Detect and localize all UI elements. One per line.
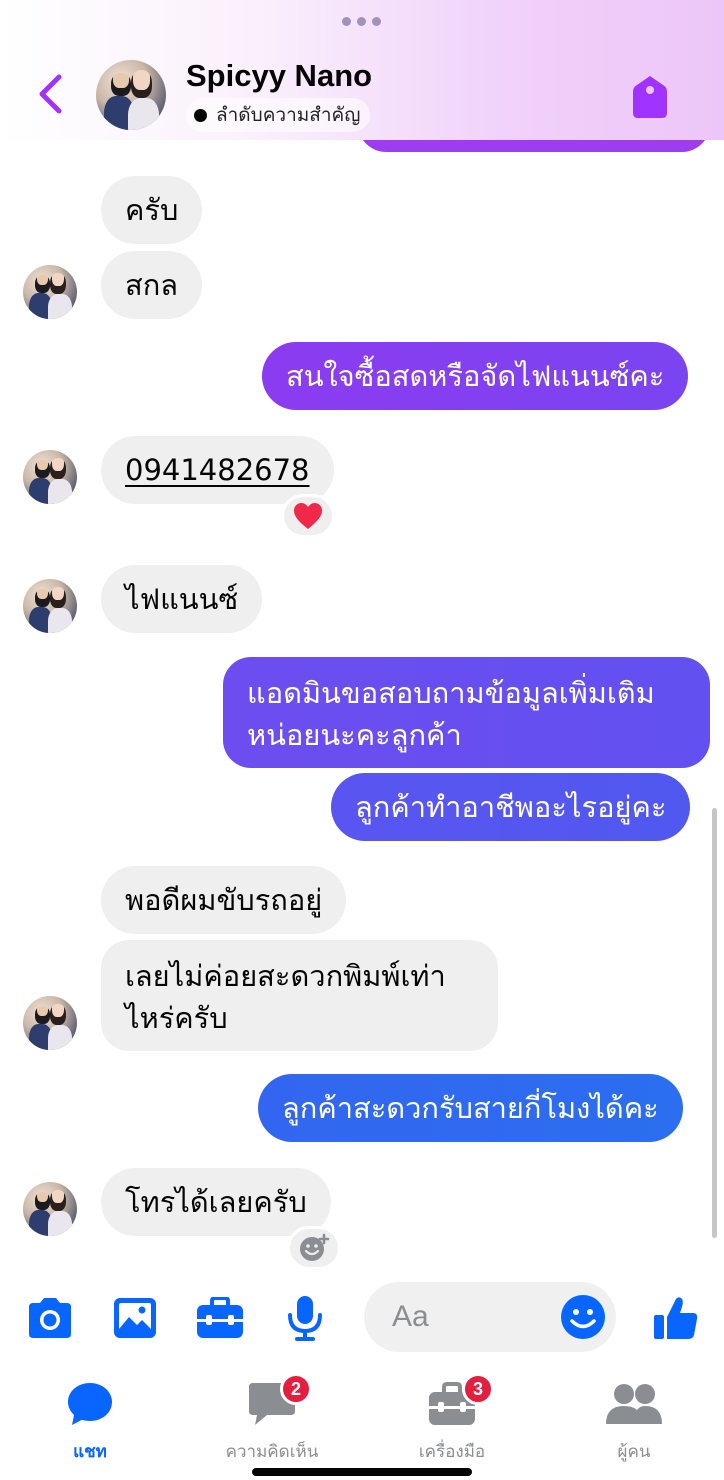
add-reaction-button[interactable] <box>287 1226 341 1270</box>
message-line: เลยไม่ค่อยสะดวกพิมพ์เท่า <box>125 959 446 993</box>
contact-avatar[interactable] <box>96 60 166 130</box>
drag-handle[interactable] <box>342 17 381 26</box>
message-composer <box>0 1272 724 1362</box>
thumbs-up-icon <box>654 1297 698 1339</box>
image-icon <box>114 1298 156 1338</box>
sender-avatar[interactable] <box>23 996 77 1050</box>
tag-button[interactable] <box>628 72 672 120</box>
outgoing-message[interactable]: ลูกค้าสะดวกรับสายกี่โมงได้คะ <box>258 1074 683 1142</box>
sender-avatar[interactable] <box>23 579 77 633</box>
tools-button[interactable] <box>194 1294 246 1342</box>
incoming-message[interactable]: สกล <box>101 251 203 319</box>
bottom-navigation: แชท 2 ความคิดเห็น 3 เครื่องมือ ผู้คน <box>0 1362 724 1480</box>
chevron-left-icon <box>39 74 62 114</box>
chat-header: Spicyy Nano ลำดับความสำคัญ <box>0 0 724 140</box>
heart-icon <box>294 503 322 529</box>
priority-dot-icon <box>194 108 207 122</box>
nav-tools-label: เครื่องมือ <box>418 1442 486 1462</box>
briefcase-icon <box>197 1297 243 1338</box>
contact-name[interactable]: Spicyy Nano <box>186 58 372 94</box>
incoming-message[interactable]: โทรได้เลยครับ <box>101 1168 331 1236</box>
nav-chat[interactable]: แชท <box>10 1376 170 1465</box>
incoming-message[interactable]: พอดีผมขับรถอยู่ <box>101 866 347 934</box>
outgoing-message[interactable]: แอดมินขอสอบถามข้อมูลเพิ่มเติม หน่อยนะคะล… <box>223 657 710 768</box>
priority-label: ลำดับความสำคัญ <box>216 104 361 126</box>
incoming-message[interactable]: ไฟแนนซ์ <box>101 565 263 633</box>
message-line: แอดมินขอสอบถามข้อมูลเพิ่มเติม <box>247 676 655 710</box>
tools-badge: 3 <box>462 1373 494 1405</box>
comments-badge: 2 <box>280 1373 312 1405</box>
back-button[interactable] <box>30 70 70 118</box>
heart-reaction[interactable] <box>281 494 335 538</box>
message-line: หน่อยนะคะลูกค้า <box>247 718 462 752</box>
outgoing-message[interactable]: ลูกค้าทำอาชีพอะไรอยู่คะ <box>331 773 691 841</box>
nav-tools[interactable]: 3 เครื่องมือ <box>372 1373 532 1465</box>
nav-comments[interactable]: 2 ความคิดเห็น <box>192 1373 352 1465</box>
sender-avatar[interactable] <box>23 265 77 319</box>
emoji-button[interactable] <box>558 1292 608 1342</box>
sender-avatar[interactable] <box>23 1182 77 1236</box>
microphone-icon <box>288 1296 322 1341</box>
nav-comments-label: ความคิดเห็น <box>225 1442 319 1462</box>
like-button[interactable] <box>650 1294 702 1342</box>
nav-people-label: ผู้คน <box>617 1442 651 1462</box>
priority-chip[interactable]: ลำดับความสำคัญ <box>186 98 371 132</box>
message-line: ไหร่ครับ <box>125 1001 228 1035</box>
gallery-button[interactable] <box>109 1294 161 1342</box>
outgoing-message[interactable]: สนใจซื้อสดหรือจัดไฟแนนซ์คะ <box>262 342 689 410</box>
nav-people[interactable]: ผู้คน <box>554 1376 714 1465</box>
incoming-message[interactable]: ครับ <box>101 176 203 244</box>
tag-icon <box>633 76 667 118</box>
emoji-icon <box>561 1295 605 1339</box>
scrollbar[interactable] <box>712 808 717 1238</box>
chat-bubble-icon <box>68 1383 112 1425</box>
sender-avatar[interactable] <box>23 450 77 504</box>
people-icon <box>606 1384 662 1424</box>
voice-button[interactable] <box>279 1294 331 1342</box>
add-reaction-icon <box>300 1233 330 1261</box>
camera-button[interactable] <box>24 1294 76 1342</box>
home-indicator[interactable] <box>252 1468 472 1476</box>
camera-icon <box>29 1298 71 1338</box>
nav-chat-label: แชท <box>73 1442 107 1462</box>
incoming-message[interactable]: เลยไม่ค่อยสะดวกพิมพ์เท่า ไหร่ครับ <box>101 940 498 1051</box>
